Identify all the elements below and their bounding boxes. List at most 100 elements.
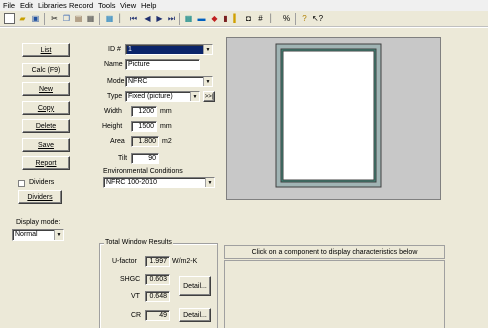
env-value: NFRC 100-2010 [106, 179, 157, 186]
environment-icon[interactable]: ◘ [243, 13, 254, 24]
tilt-field[interactable]: 90 [131, 153, 159, 164]
cut-icon[interactable]: ✂ [49, 13, 60, 24]
copy-button[interactable]: Copy [22, 101, 70, 115]
tilt-label: Tilt [118, 155, 128, 162]
toolbar-separator [295, 13, 296, 25]
width-label: Width [104, 108, 122, 115]
menu-view[interactable]: View [120, 1, 136, 10]
first-record-icon[interactable]: ⏮ [128, 13, 139, 24]
vt-field: 0.648 [145, 291, 170, 302]
ufactor-label: U-factor [112, 258, 137, 265]
window-preview[interactable] [226, 37, 441, 200]
area-unit: m2 [162, 138, 172, 145]
context-help-icon[interactable]: ↖? [312, 13, 323, 24]
delete-button[interactable]: Delete [22, 119, 70, 133]
type-more-button[interactable]: >>| [203, 91, 215, 102]
cr-detail-button[interactable]: Detail... [179, 308, 211, 322]
save-disk-icon[interactable]: ▣ [30, 13, 41, 24]
frame-lib-icon[interactable]: ▮ [220, 13, 231, 24]
print-icon[interactable]: ▦ [85, 13, 96, 24]
next-record-icon[interactable]: ▶ [154, 13, 165, 24]
copy-icon[interactable]: ❐ [61, 13, 72, 24]
height-value: 1500 [138, 123, 154, 130]
chevron-down-icon: ▼ [190, 92, 199, 101]
toolbar: ▰ ▣ ✂ ❐ ▤ ▦ ▦ ▏ ⏮ ◀ ▶ ⏭ ▦ ▬ ◆ ▮ ▍ ◘ # ▏ … [0, 11, 488, 27]
type-value: Fixed (picture) [128, 93, 173, 100]
list-button[interactable]: List [22, 43, 70, 57]
percent-icon[interactable]: % [281, 13, 292, 24]
cr-field: 49 [145, 310, 170, 321]
area-label: Area [110, 138, 125, 145]
shgc-label: SHGC [120, 276, 141, 283]
mode-label: Mode [107, 78, 125, 85]
glazing-lib-icon[interactable]: ▬ [196, 13, 207, 24]
grid-icon[interactable]: # [255, 13, 266, 24]
area-field: 1.800 [131, 136, 159, 147]
component-info-panel [224, 260, 445, 328]
gas-lib-icon[interactable]: ◆ [209, 13, 220, 24]
paste-icon[interactable]: ▤ [73, 13, 84, 24]
ufactor-unit: W/m2-K [172, 258, 198, 265]
id-label: ID # [108, 46, 121, 53]
name-field[interactable]: Picture [125, 59, 200, 70]
menu-help[interactable]: Help [141, 1, 156, 10]
tilt-value: 90 [148, 155, 156, 162]
help-icon[interactable]: ? [299, 13, 310, 24]
divider-lib-icon[interactable]: ▍ [231, 13, 242, 24]
report-button[interactable]: Report [22, 156, 70, 170]
shgc-value: 0.603 [149, 276, 167, 283]
display-mode-select[interactable]: Normal ▼ [12, 229, 64, 241]
width-field[interactable]: 1200 [131, 106, 157, 117]
menu-record[interactable]: Record [69, 1, 93, 10]
calc-icon[interactable]: ▦ [104, 13, 115, 24]
ufactor-value: 1.997 [149, 258, 167, 265]
name-value: Picture [128, 61, 150, 68]
env-label: Environmental Conditions [103, 168, 183, 175]
width-unit: mm [160, 108, 172, 115]
last-record-icon[interactable]: ⏭ [166, 13, 177, 24]
toolbar-separator [44, 13, 45, 25]
menu-libraries[interactable]: Libraries [38, 1, 67, 10]
type-select[interactable]: Fixed (picture) ▼ [125, 91, 200, 102]
dividers-checkbox-label: Dividers [29, 179, 55, 186]
calc-button[interactable]: Calc (F9) [22, 63, 70, 77]
chevron-down-icon: ▼ [205, 178, 214, 187]
height-label: Height [102, 123, 123, 130]
vt-value: 0.648 [149, 293, 167, 300]
chevron-down-icon: ▼ [54, 230, 63, 240]
new-file-icon[interactable] [4, 13, 15, 24]
menu-file[interactable]: File [3, 1, 15, 10]
display-mode-label: Display mode: [16, 219, 61, 226]
cr-label: CR [131, 312, 142, 319]
info-message: Click on a component to display characte… [251, 248, 418, 256]
toolbar-separator [99, 13, 100, 25]
width-value: 1200 [138, 108, 154, 115]
menu-bar: File Edit Libraries Record Tools View He… [0, 0, 488, 11]
vt-label: VT [131, 293, 140, 300]
save-button[interactable]: Save [22, 138, 70, 152]
height-unit: mm [160, 123, 172, 130]
open-folder-icon[interactable]: ▰ [17, 13, 28, 24]
divider-icon[interactable]: ▏ [117, 13, 128, 24]
shgc-detail-button[interactable]: Detail... [179, 276, 211, 296]
new-button[interactable]: New [22, 82, 70, 96]
window-lib-icon[interactable]: ▦ [183, 13, 194, 24]
id-value: 1 [128, 46, 132, 53]
name-label: Name [104, 61, 123, 68]
shgc-field: 0.603 [145, 274, 170, 285]
type-label: Type [107, 93, 123, 100]
height-field[interactable]: 1500 [131, 121, 157, 132]
dividers-button[interactable]: Dividers [18, 190, 62, 204]
chevron-down-icon: ▼ [203, 77, 212, 86]
toolbar-separator [179, 13, 180, 25]
shade-icon[interactable]: ▏ [268, 13, 279, 24]
env-select[interactable]: NFRC 100-2010 ▼ [103, 177, 215, 188]
menu-edit[interactable]: Edit [20, 1, 33, 10]
dividers-checkbox[interactable] [18, 180, 25, 187]
component-info-header: Click on a component to display characte… [224, 245, 445, 259]
prev-record-icon[interactable]: ◀ [142, 13, 153, 24]
mode-select[interactable]: NFRC ▼ [125, 76, 213, 87]
id-select[interactable]: 1 ▼ [125, 44, 213, 55]
window-frame-drawing [275, 43, 382, 188]
menu-tools[interactable]: Tools [98, 1, 116, 10]
